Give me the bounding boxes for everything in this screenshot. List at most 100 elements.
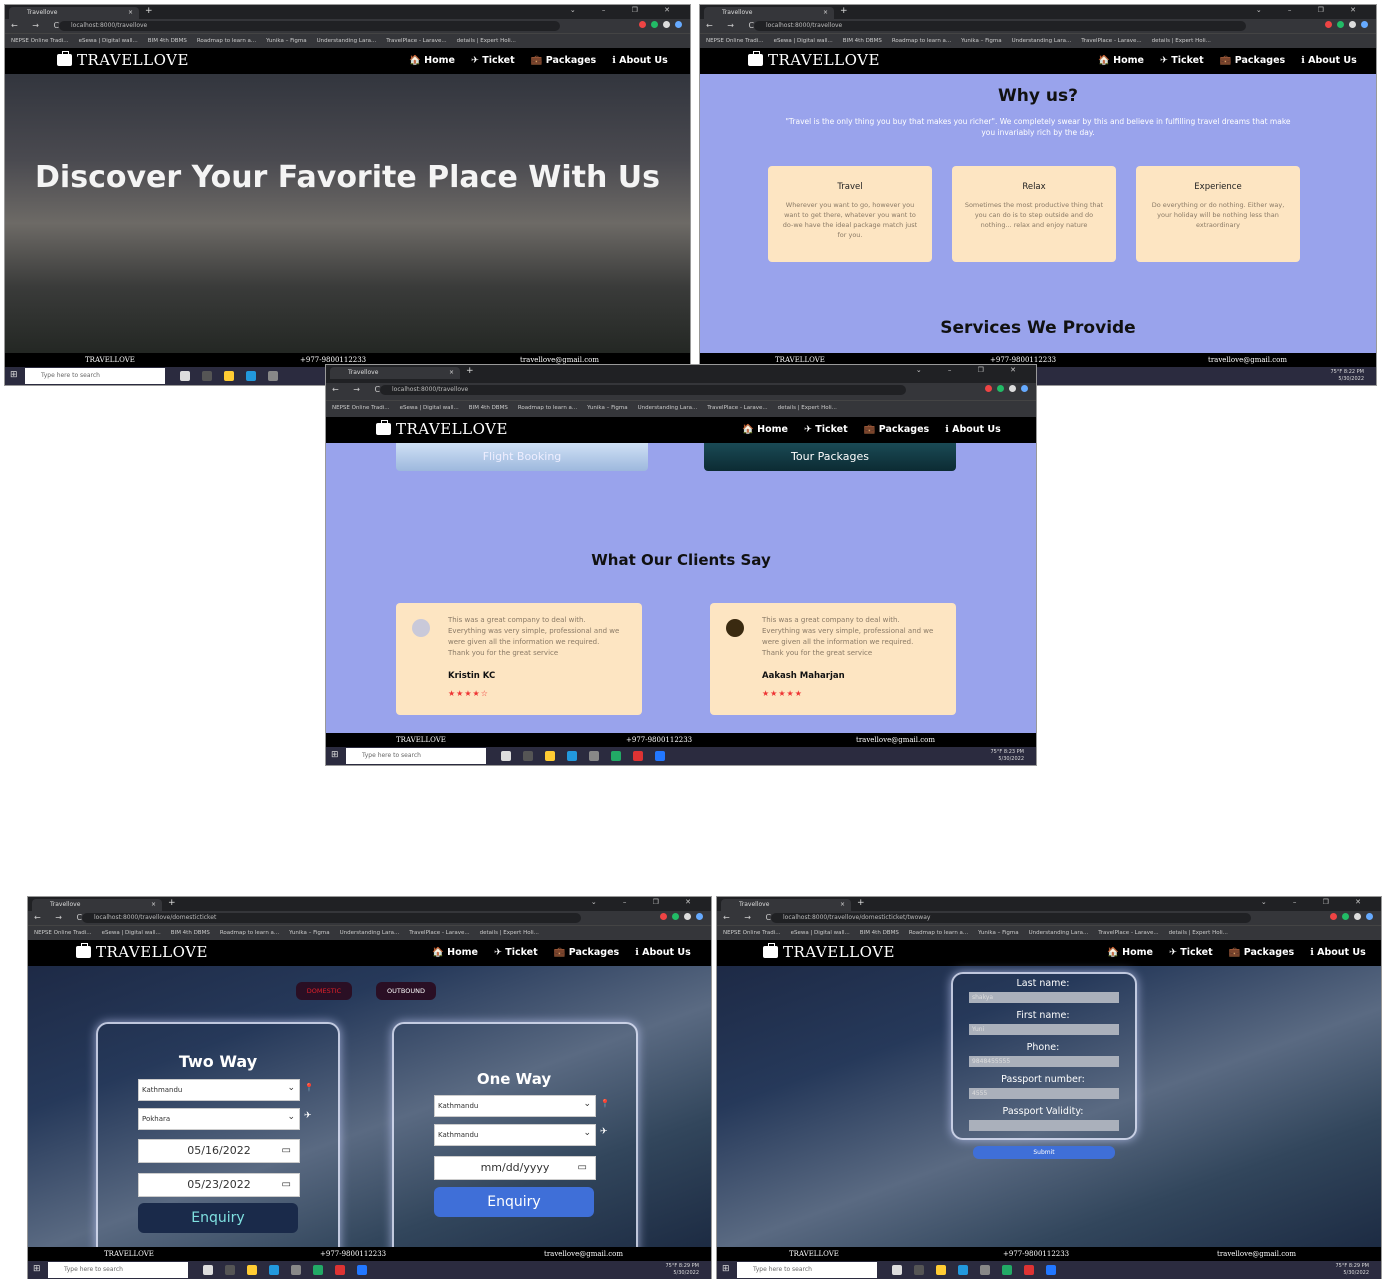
extensions[interactable] xyxy=(639,21,682,28)
bookmarks-bar[interactable]: NEPSE Online Tradi... eSewa | Digital wal… xyxy=(28,925,711,940)
close-tab-icon[interactable]: × xyxy=(449,367,454,379)
bookmarks-bar[interactable]: NEPSE Online Tradi... eSewa | Digital wal… xyxy=(700,33,1376,48)
taskbar-search[interactable]: Type here to search xyxy=(25,368,165,384)
menu-home[interactable]: 🏠 Home xyxy=(1107,947,1153,958)
new-tab-button[interactable]: + xyxy=(466,366,474,376)
windows-start-icon[interactable]: ⊞ xyxy=(331,750,339,760)
service-tour-packages[interactable]: Tour Packages xyxy=(704,443,956,471)
extensions[interactable] xyxy=(1325,21,1368,28)
oneway-date[interactable]: mm/dd/yyyy xyxy=(434,1156,596,1180)
extensions[interactable] xyxy=(660,913,703,920)
menu-home[interactable]: 🏠 Home xyxy=(742,424,788,435)
menu-home[interactable]: 🏠 Home xyxy=(409,55,455,66)
close-tab-icon[interactable]: × xyxy=(840,899,845,911)
twoway-enquiry-button[interactable]: Enquiry xyxy=(138,1203,298,1233)
oneway-enquiry-button[interactable]: Enquiry xyxy=(434,1187,594,1217)
close-tab-icon[interactable]: × xyxy=(823,7,828,19)
browser-tab[interactable]: Travellove × xyxy=(704,7,834,19)
menu-ticket[interactable]: ✈ Ticket xyxy=(494,947,538,958)
browser-tab[interactable]: Travellove × xyxy=(32,899,162,911)
system-tray[interactable]: 75°F 8:22 PM 5/30/2022 xyxy=(1331,369,1365,383)
service-flight-booking[interactable]: Flight Booking xyxy=(396,443,648,471)
menu-ticket[interactable]: ✈ Ticket xyxy=(1169,947,1213,958)
window-controls[interactable]: ⌄ – ❐ ✕ xyxy=(1261,898,1373,906)
twoway-return-date[interactable]: 05/23/2022 xyxy=(138,1173,300,1197)
window-controls[interactable]: ⌄ – ❐ ✕ xyxy=(1256,6,1368,14)
address-bar[interactable]: localhost:8000/travellove/domesticticket xyxy=(82,913,581,923)
twoway-depart-date[interactable]: 05/16/2022 xyxy=(138,1139,300,1163)
menu-ticket[interactable]: ✈ Ticket xyxy=(471,55,515,66)
address-bar[interactable]: localhost:8000/travellove xyxy=(380,385,906,395)
menu-packages[interactable]: 💼 Packages xyxy=(531,55,597,66)
extensions[interactable] xyxy=(1330,913,1373,920)
first-name-input[interactable]: Yuni xyxy=(969,1024,1119,1035)
taskbar-apps[interactable] xyxy=(501,751,665,761)
close-tab-icon[interactable]: × xyxy=(151,899,156,911)
taskbar-search[interactable]: Type here to search xyxy=(346,748,486,764)
system-tray[interactable]: 75°F 8:29 PM 5/30/2022 xyxy=(1336,1263,1370,1277)
nav-buttons[interactable]: ← → C xyxy=(706,21,760,30)
menu-home[interactable]: 🏠 Home xyxy=(432,947,478,958)
oneway-to-select[interactable]: Kathmandu xyxy=(434,1123,596,1146)
twoway-from-select[interactable]: Kathmandu xyxy=(138,1078,300,1101)
windows-start-icon[interactable]: ⊞ xyxy=(722,1264,730,1274)
tab-outbound[interactable]: OUTBOUND xyxy=(376,982,436,1000)
system-tray[interactable]: 75°F 8:23 PM 5/30/2022 xyxy=(991,749,1025,763)
menu-packages[interactable]: 💼 Packages xyxy=(1229,947,1295,958)
twoway-to-select[interactable]: Pokhara xyxy=(138,1107,300,1130)
taskbar-search[interactable]: Type here to search xyxy=(737,1262,877,1278)
taskbar-search[interactable]: Type here to search xyxy=(48,1262,188,1278)
menu-packages[interactable]: 💼 Packages xyxy=(1220,55,1286,66)
oneway-from-select[interactable]: Kathmandu xyxy=(434,1094,596,1117)
window-controls[interactable]: ⌄ – ❐ ✕ xyxy=(916,366,1028,374)
last-name-input[interactable]: shakya xyxy=(969,992,1119,1003)
passport-number-input[interactable]: 4555 xyxy=(969,1088,1119,1099)
passport-validity-input[interactable] xyxy=(969,1120,1119,1131)
site-logo[interactable]: TRAVELLOVE xyxy=(76,943,208,961)
windows-start-icon[interactable]: ⊞ xyxy=(33,1264,41,1274)
submit-button[interactable]: Submit xyxy=(973,1146,1115,1159)
new-tab-button[interactable]: + xyxy=(840,6,848,16)
taskbar-apps[interactable] xyxy=(203,1265,367,1275)
bookmarks-bar[interactable]: NEPSE Online Tradi... eSewa | Digital wal… xyxy=(717,925,1381,940)
phone-input[interactable]: 9848455555 xyxy=(969,1056,1119,1067)
site-logo[interactable]: TRAVELLOVE xyxy=(763,943,895,961)
new-tab-button[interactable]: + xyxy=(145,6,153,16)
address-bar[interactable]: localhost:8000/travellove xyxy=(754,21,1246,31)
new-tab-button[interactable]: + xyxy=(168,898,176,908)
menu-ticket[interactable]: ✈ Ticket xyxy=(1160,55,1204,66)
browser-tab[interactable]: Travellove × xyxy=(330,367,460,379)
browser-tab[interactable]: Travellove × xyxy=(9,7,139,19)
taskbar-apps[interactable] xyxy=(892,1265,1056,1275)
new-tab-button[interactable]: + xyxy=(857,898,865,908)
address-bar[interactable]: localhost:8000/travellove/domesticticket… xyxy=(771,913,1251,923)
site-logo[interactable]: TRAVELLOVE xyxy=(748,51,880,69)
menu-about[interactable]: ℹ About Us xyxy=(1310,947,1366,958)
nav-buttons[interactable]: ← → C xyxy=(723,913,777,922)
menu-about[interactable]: ℹ About Us xyxy=(945,424,1001,435)
menu-ticket[interactable]: ✈ Ticket xyxy=(804,424,848,435)
menu-home[interactable]: 🏠 Home xyxy=(1098,55,1144,66)
site-logo[interactable]: TRAVELLOVE xyxy=(376,420,508,438)
menu-about[interactable]: ℹ About Us xyxy=(1301,55,1357,66)
bookmarks-bar[interactable]: NEPSE Online Tradi... eSewa | Digital wal… xyxy=(5,33,690,48)
nav-buttons[interactable]: ← → C xyxy=(332,385,386,394)
extensions[interactable] xyxy=(985,385,1028,392)
menu-packages[interactable]: 💼 Packages xyxy=(864,424,930,435)
system-tray[interactable]: 75°F 8:29 PM 5/30/2022 xyxy=(666,1263,700,1277)
windows-start-icon[interactable]: ⊞ xyxy=(10,370,18,380)
nav-buttons[interactable]: ← → C xyxy=(34,913,88,922)
menu-about[interactable]: ℹ About Us xyxy=(612,55,668,66)
menu-about[interactable]: ℹ About Us xyxy=(635,947,691,958)
menu-packages[interactable]: 💼 Packages xyxy=(554,947,620,958)
tab-domestic[interactable]: DOMESTIC xyxy=(296,982,352,1000)
address-bar[interactable]: localhost:8000/travellove xyxy=(59,21,560,31)
taskbar-apps[interactable] xyxy=(180,371,278,381)
site-logo[interactable]: TRAVELLOVE xyxy=(57,51,189,69)
browser-tab[interactable]: Travellove × xyxy=(721,899,851,911)
window-controls[interactable]: ⌄ – ❐ ✕ xyxy=(570,6,682,14)
window-controls[interactable]: ⌄ – ❐ ✕ xyxy=(591,898,703,906)
nav-buttons[interactable]: ← → C xyxy=(11,21,65,30)
close-tab-icon[interactable]: × xyxy=(128,7,133,19)
bookmarks-bar[interactable]: NEPSE Online Tradi... eSewa | Digital wal… xyxy=(326,400,1036,417)
